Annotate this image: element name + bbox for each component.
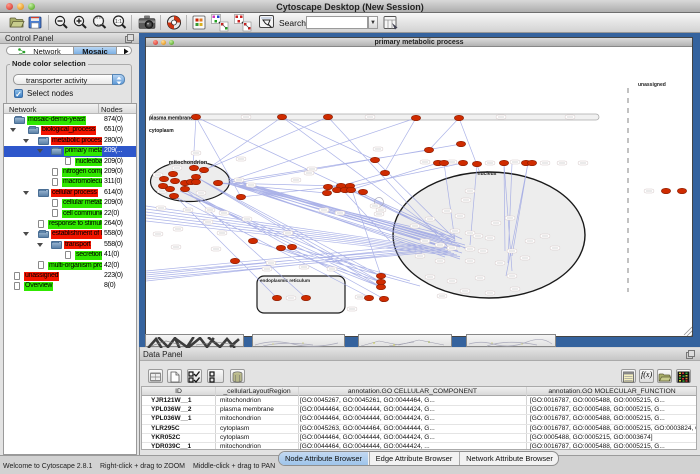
svg-text:unassigned: unassigned — [638, 82, 666, 88]
svg-text:mitochondrion: mitochondrion — [169, 160, 208, 166]
svg-text:endoplasmic reticulum: endoplasmic reticulum — [260, 278, 310, 283]
svg-text:plasma membrane: plasma membrane — [149, 116, 193, 122]
svg-text:1:1: 1:1 — [115, 19, 122, 25]
svg-text:nucleus: nucleus — [478, 171, 497, 177]
svg-text:cytoplasm: cytoplasm — [149, 128, 174, 134]
